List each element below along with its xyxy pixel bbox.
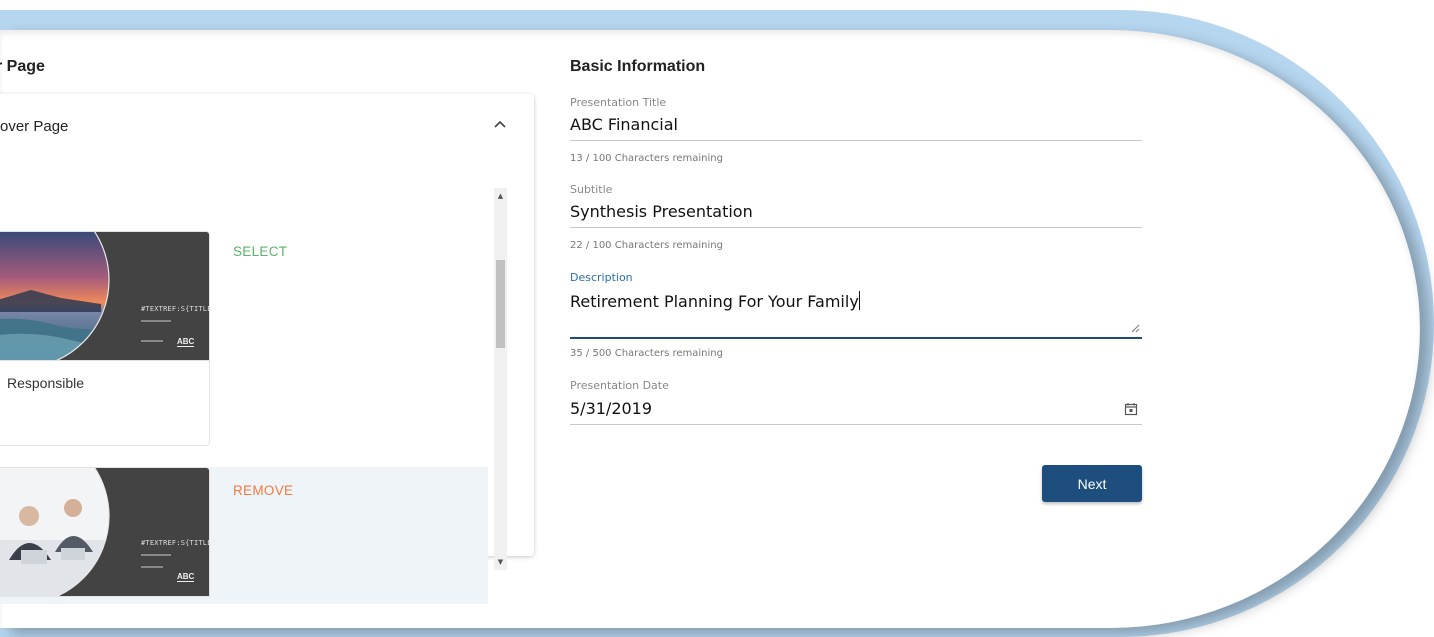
select-button[interactable]: SELECT [233, 244, 287, 259]
presentation-title-input[interactable]: ABC Financial [570, 115, 1142, 141]
presentation-date-label: Presentation Date [570, 379, 669, 392]
cover-page-section-title: r Page [0, 58, 45, 75]
cover-template-item-selected: #TEXTREF:S{TITLE} ABC REMOVE [0, 467, 488, 604]
cover-page-expansion-panel: over Page #TEXTREF:S{TITLE} ABC Responsi… [0, 94, 534, 604]
thumbnail-subtext-line [141, 320, 171, 322]
thumbnail-subtext-line [141, 566, 163, 568]
next-button[interactable]: Next [1042, 465, 1142, 502]
description-char-count: 35 / 500 Characters remaining [570, 348, 723, 359]
description-textarea[interactable]: Retirement Planning For Your Family [570, 291, 1142, 339]
description-text: Retirement Planning For Your Family [570, 292, 859, 311]
scrollbar[interactable]: ▲ ▼ [494, 188, 507, 570]
chevron-up-icon[interactable] [490, 114, 510, 134]
content-panel: r Page over Page #TEXTREF:S{TITLE} ABC R… [0, 30, 1420, 628]
cover-template-item: #TEXTREF:S{TITLE} ABC Responsible SELECT [0, 222, 488, 457]
thumbnail-subtext-line [141, 554, 171, 556]
abc-logo: ABC [177, 337, 195, 347]
cover-template-list[interactable]: #TEXTREF:S{TITLE} ABC Responsible SELECT [0, 222, 490, 604]
subtitle-input[interactable]: Synthesis Presentation [570, 202, 1142, 228]
abc-logo: ABC [177, 572, 195, 582]
resize-handle-icon[interactable] [1130, 323, 1140, 333]
presentation-title-label: Presentation Title [570, 96, 667, 109]
presentation-date-value: 5/31/2019 [570, 399, 653, 418]
scrollbar-thumb[interactable] [496, 260, 505, 348]
cover-template-caption: Responsible [7, 375, 85, 391]
scroll-down-arrow-icon[interactable]: ▼ [494, 554, 507, 570]
remove-button[interactable]: REMOVE [233, 483, 293, 498]
cover-template-info-box: Responsible [0, 361, 210, 446]
cover-page-panel-title[interactable]: over Page [0, 118, 68, 135]
presentation-title-char-count: 13 / 100 Characters remaining [570, 153, 723, 164]
cover-template-thumbnail[interactable]: #TEXTREF:S{TITLE} ABC [0, 231, 210, 361]
subtitle-label: Subtitle [570, 183, 613, 196]
thumbnail-subtext-line [141, 340, 163, 342]
thumbnail-placeholder-text: #TEXTREF:S{TITLE} [141, 305, 210, 313]
cover-template-thumbnail[interactable]: #TEXTREF:S{TITLE} ABC [0, 467, 210, 597]
scroll-up-arrow-icon[interactable]: ▲ [494, 188, 507, 204]
description-label: Description [570, 271, 633, 284]
calendar-icon[interactable] [1124, 402, 1138, 416]
thumbnail-placeholder-text: #TEXTREF:S{TITLE} [141, 539, 210, 547]
subtitle-char-count: 22 / 100 Characters remaining [570, 240, 723, 251]
text-cursor [858, 291, 860, 310]
presentation-date-input[interactable]: 5/31/2019 [570, 399, 1142, 425]
basic-information-title: Basic Information [570, 58, 706, 75]
